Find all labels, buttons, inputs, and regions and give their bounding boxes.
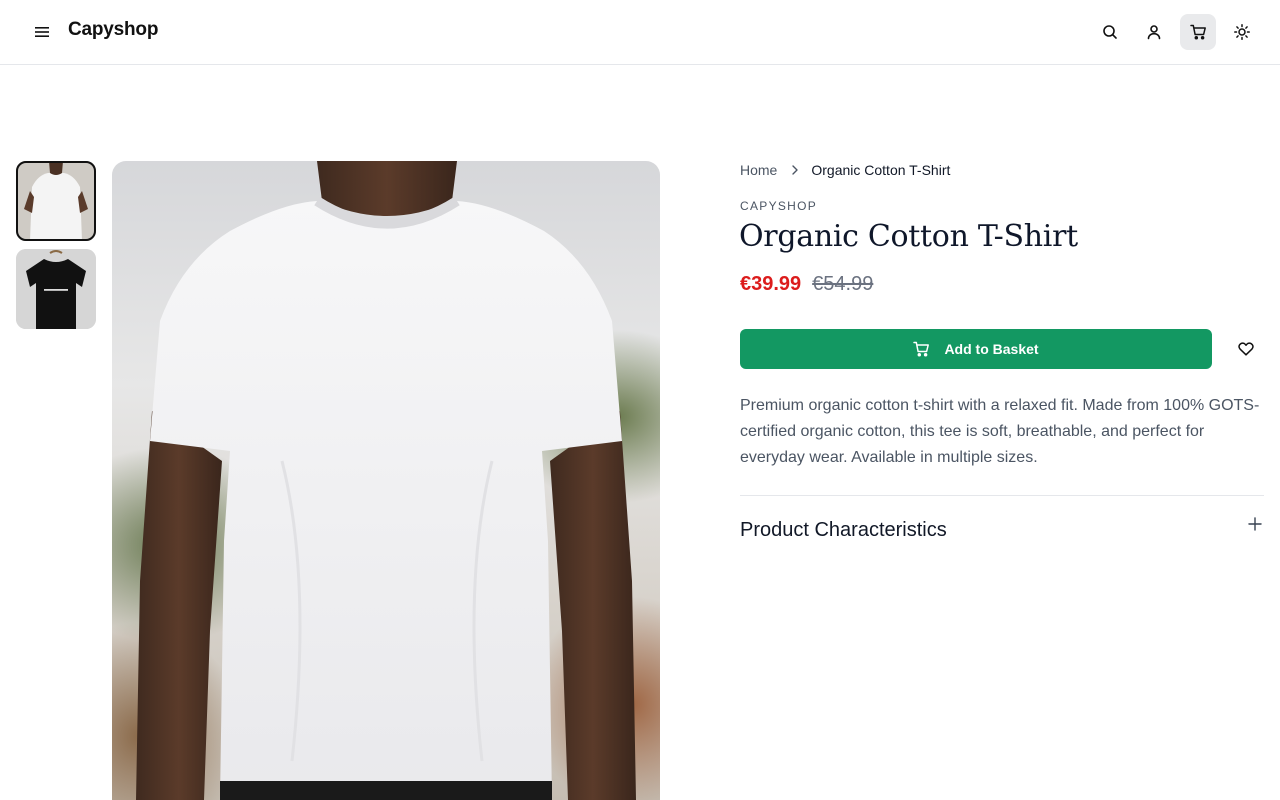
product-brand: CAPYSHOP	[740, 199, 818, 213]
breadcrumb-home-link[interactable]: Home	[740, 162, 777, 178]
product-characteristics-accordion[interactable]: Product Characteristics	[740, 512, 1264, 548]
thumbnail-list	[16, 161, 96, 337]
cart-icon[interactable]	[1180, 14, 1216, 50]
breadcrumb: Home Organic Cotton T-Shirt	[740, 162, 950, 178]
product-description: Premium organic cotton t-shirt with a re…	[740, 397, 1260, 466]
header-actions	[1092, 14, 1260, 50]
product-title: Organic Cotton T-Shirt	[739, 219, 1078, 254]
sale-price: €39.99	[740, 273, 802, 295]
chevron-right-icon	[791, 165, 799, 175]
add-to-basket-label: Add to Basket	[944, 341, 1039, 357]
original-price: €54.99	[812, 273, 874, 295]
search-icon[interactable]	[1092, 14, 1128, 50]
main-product-image[interactable]	[112, 161, 660, 800]
user-icon[interactable]	[1136, 14, 1172, 50]
site-header: Capyshop	[0, 0, 1280, 65]
thumbnail-black-tshirt[interactable]	[16, 249, 96, 329]
breadcrumb-current: Organic Cotton T-Shirt	[811, 162, 951, 178]
menu-icon[interactable]	[28, 18, 56, 46]
wishlist-heart-icon[interactable]	[1228, 331, 1264, 367]
accordion-title: Product Characteristics	[740, 519, 947, 541]
theme-toggle-sun-icon[interactable]	[1224, 14, 1260, 50]
price-block: €39.99 €54.99	[740, 273, 873, 296]
divider	[740, 495, 1264, 496]
add-to-basket-button[interactable]: Add to Basket	[740, 329, 1212, 369]
brand-logo[interactable]: Capyshop	[68, 19, 158, 41]
plus-icon	[1248, 517, 1262, 536]
thumbnail-white-tshirt[interactable]	[16, 161, 96, 241]
cart-icon	[913, 341, 930, 357]
